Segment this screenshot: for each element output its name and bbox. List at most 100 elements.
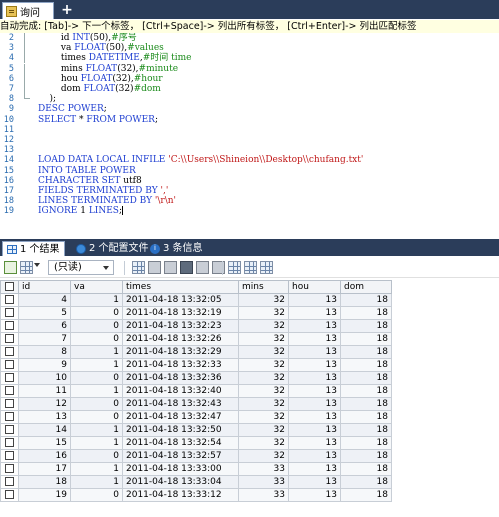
cell-dom[interactable]: 18 (340, 384, 392, 398)
checkbox-box[interactable] (5, 373, 14, 382)
cell-mins[interactable]: 32 (238, 384, 289, 398)
cell-id[interactable]: 18 (18, 475, 71, 489)
add-row-icon[interactable] (4, 261, 17, 274)
code-line[interactable]: 16 CHARACTER SET utf8 (0, 176, 499, 186)
checkbox-box[interactable] (5, 490, 14, 499)
code-line[interactable]: 9 DESC POWER; (0, 104, 499, 114)
code-line[interactable]: 11 (0, 125, 499, 135)
table-row[interactable]: 15 1 2011-04-18 13:32:54 32 13 18 (0, 436, 392, 450)
table-row[interactable]: 5 0 2011-04-18 13:32:19 32 13 18 (0, 306, 392, 320)
cell-times[interactable]: 2011-04-18 13:32:47 (122, 410, 239, 424)
cell-id[interactable]: 19 (18, 488, 71, 502)
cell-id[interactable]: 5 (18, 306, 71, 320)
cell-hou[interactable]: 13 (288, 306, 341, 320)
checkbox-box[interactable] (5, 386, 14, 395)
cell-dom[interactable]: 18 (340, 306, 392, 320)
row-checkbox[interactable] (0, 371, 19, 385)
cell-id[interactable]: 11 (18, 384, 71, 398)
cell-hou[interactable]: 13 (288, 332, 341, 346)
cell-id[interactable]: 12 (18, 397, 71, 411)
row-checkbox[interactable] (0, 462, 19, 476)
cell-times[interactable]: 2011-04-18 13:32:19 (122, 306, 239, 320)
cell-hou[interactable]: 13 (288, 397, 341, 411)
checkbox-box[interactable] (5, 399, 14, 408)
grid-mode-icon[interactable] (228, 261, 241, 274)
cell-va[interactable]: 0 (70, 306, 123, 320)
checkbox-box[interactable] (5, 321, 14, 330)
row-checkbox[interactable] (0, 332, 19, 346)
cell-va[interactable]: 0 (70, 371, 123, 385)
row-checkbox[interactable] (0, 397, 19, 411)
cell-times[interactable]: 2011-04-18 13:33:00 (122, 462, 239, 476)
cell-hou[interactable]: 13 (288, 293, 341, 307)
row-checkbox[interactable] (0, 384, 19, 398)
cell-mins[interactable]: 33 (238, 475, 289, 489)
cancel-icon[interactable] (212, 261, 225, 274)
cell-times[interactable]: 2011-04-18 13:32:23 (122, 319, 239, 333)
cell-mins[interactable]: 32 (238, 410, 289, 424)
row-checkbox[interactable] (0, 449, 19, 463)
cell-dom[interactable]: 18 (340, 423, 392, 437)
cell-dom[interactable]: 18 (340, 449, 392, 463)
cell-times[interactable]: 2011-04-18 13:32:05 (122, 293, 239, 307)
readonly-select[interactable]: (只读) (48, 260, 114, 275)
cell-va[interactable]: 0 (70, 449, 123, 463)
cell-va[interactable]: 0 (70, 488, 123, 502)
cell-mins[interactable]: 32 (238, 306, 289, 320)
table-row[interactable]: 9 1 2011-04-18 13:32:33 32 13 18 (0, 358, 392, 372)
cell-mins[interactable]: 33 (238, 462, 289, 476)
code-line[interactable]: 18 LINES TERMINATED BY '\r\n' (0, 196, 499, 206)
table-row[interactable]: 13 0 2011-04-18 13:32:47 32 13 18 (0, 410, 392, 424)
table-row[interactable]: 6 0 2011-04-18 13:32:23 32 13 18 (0, 319, 392, 333)
table-row[interactable]: 17 1 2011-04-18 13:33:00 33 13 18 (0, 462, 392, 476)
cell-va[interactable]: 1 (70, 384, 123, 398)
cell-dom[interactable]: 18 (340, 319, 392, 333)
cell-va[interactable]: 1 (70, 293, 123, 307)
checkbox-box[interactable] (5, 464, 14, 473)
cell-id[interactable]: 4 (18, 293, 71, 307)
table-row[interactable]: 11 1 2011-04-18 13:32:40 32 13 18 (0, 384, 392, 398)
grid-view-icon[interactable] (20, 261, 33, 274)
sql-editor[interactable]: 2 id INT(50),#序号 3 va FLOAT(50),#values 4 … (0, 33, 499, 231)
code-line[interactable]: 19 IGNORE 1 LINES; (0, 206, 499, 216)
cell-id[interactable]: 10 (18, 371, 71, 385)
cell-times[interactable]: 2011-04-18 13:32:43 (122, 397, 239, 411)
cell-hou[interactable]: 13 (288, 319, 341, 333)
row-checkbox[interactable] (0, 423, 19, 437)
cell-times[interactable]: 2011-04-18 13:32:36 (122, 371, 239, 385)
row-checkbox[interactable] (0, 345, 19, 359)
cell-mins[interactable]: 32 (238, 371, 289, 385)
row-checkbox[interactable] (0, 358, 19, 372)
checkbox-box[interactable] (5, 477, 14, 486)
save-icon[interactable] (180, 261, 193, 274)
code-line[interactable]: 4 times DATETIME,#时间 time (0, 53, 499, 64)
cell-mins[interactable]: 32 (238, 293, 289, 307)
code-line[interactable]: 10 SELECT * FROM POWER; (0, 115, 499, 125)
table-row[interactable]: 10 0 2011-04-18 13:32:36 32 13 18 (0, 371, 392, 385)
cell-mins[interactable]: 32 (238, 449, 289, 463)
cell-hou[interactable]: 13 (288, 371, 341, 385)
cell-va[interactable]: 0 (70, 332, 123, 346)
cell-hou[interactable]: 13 (288, 449, 341, 463)
cell-dom[interactable]: 18 (340, 410, 392, 424)
cell-hou[interactable]: 13 (288, 436, 341, 450)
cell-mins[interactable]: 33 (238, 488, 289, 502)
table-row[interactable]: 19 0 2011-04-18 13:33:12 33 13 18 (0, 488, 392, 502)
tab-query[interactable]: 询问 (2, 2, 54, 19)
cell-va[interactable]: 1 (70, 423, 123, 437)
cell-id[interactable]: 9 (18, 358, 71, 372)
cell-hou[interactable]: 13 (288, 384, 341, 398)
cell-va[interactable]: 1 (70, 475, 123, 489)
row-checkbox[interactable] (0, 306, 19, 320)
cell-times[interactable]: 2011-04-18 13:32:50 (122, 423, 239, 437)
cell-id[interactable]: 15 (18, 436, 71, 450)
tab-profiles[interactable]: 2 个配置文件 (72, 241, 153, 256)
code-line[interactable]: 6 hou FLOAT(32),#hour (0, 73, 499, 84)
table-row[interactable]: 4 1 2011-04-18 13:32:05 32 13 18 (0, 293, 392, 307)
cell-hou[interactable]: 13 (288, 488, 341, 502)
table-row[interactable]: 8 1 2011-04-18 13:32:29 32 13 18 (0, 345, 392, 359)
cell-hou[interactable]: 13 (288, 462, 341, 476)
code-line[interactable]: 7 dom FLOAT(32)#dom (0, 84, 499, 94)
cell-dom[interactable]: 18 (340, 371, 392, 385)
tab-results[interactable]: 1 个结果 (2, 241, 65, 256)
